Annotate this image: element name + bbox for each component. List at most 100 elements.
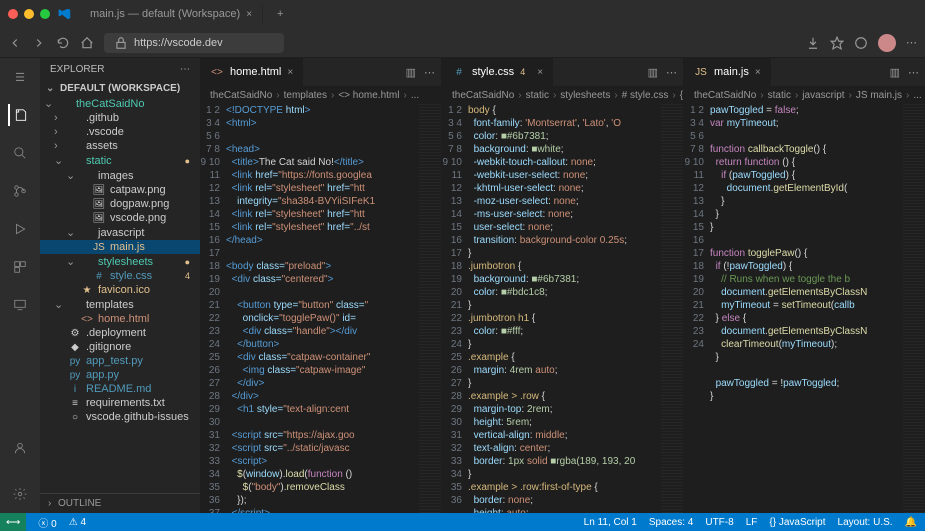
split-icon[interactable]: ▥ xyxy=(648,66,658,79)
file-tree: ⌄theCatSaidNo›.github›.vscode›assets⌄sta… xyxy=(40,96,200,493)
code-editor[interactable]: 1 2 3 4 5 6 7 8 9 10 11 12 13 14 15 16 1… xyxy=(442,104,683,513)
language-mode[interactable]: {} JavaScript xyxy=(769,517,825,528)
editor-pane: <> home.html × ▥ ⋯ theCatSaidNo › templat… xyxy=(200,58,442,513)
more-icon[interactable]: ⋯ xyxy=(908,66,919,79)
editor-tab[interactable]: JS main.js × xyxy=(684,58,772,86)
file-icon: JS xyxy=(694,67,708,78)
folder-item[interactable]: ⌄theCatSaidNo xyxy=(40,96,200,111)
folder-item[interactable]: ⌄static● xyxy=(40,153,200,168)
file-icon: <> xyxy=(210,67,224,78)
file-item[interactable]: pyapp.py xyxy=(40,368,200,382)
more-icon[interactable]: ⋯ xyxy=(906,36,917,49)
encoding[interactable]: UTF-8 xyxy=(705,517,733,528)
code-content[interactable]: body { font-family: 'Montserrat', 'Lato'… xyxy=(468,104,661,513)
refresh-icon[interactable] xyxy=(56,36,70,50)
minimize-window[interactable] xyxy=(24,9,34,19)
code-content[interactable]: pawToggled = false; var myTimeout; funct… xyxy=(710,104,903,513)
keyboard-layout[interactable]: Layout: U.S. xyxy=(838,517,893,528)
download-icon[interactable] xyxy=(806,36,820,50)
close-tab-icon[interactable]: × xyxy=(246,9,252,20)
indentation[interactable]: Spaces: 4 xyxy=(649,517,693,528)
split-icon[interactable]: ▥ xyxy=(406,66,416,79)
source-control-icon[interactable] xyxy=(9,180,31,202)
errors[interactable]: ⓧ 0 xyxy=(38,515,56,530)
editor-tab[interactable]: # style.css 4 × xyxy=(442,58,554,86)
close-window[interactable] xyxy=(8,9,18,19)
breadcrumb[interactable]: theCatSaidNo › static › javascript › JS … xyxy=(684,86,925,104)
tab-bar: # style.css 4 × ▥ ⋯ xyxy=(442,58,683,86)
file-item[interactable]: 🖼vscode.png xyxy=(40,211,200,225)
remote-explorer-icon[interactable] xyxy=(9,294,31,316)
folder-item[interactable]: ⌄images xyxy=(40,168,200,183)
more-icon[interactable]: ⋯ xyxy=(180,64,190,75)
outline-section[interactable]: ›OUTLINE xyxy=(40,493,200,513)
file-item[interactable]: pyapp_test.py xyxy=(40,354,200,368)
warnings[interactable]: ⚠ 4 xyxy=(69,517,86,528)
close-icon[interactable]: × xyxy=(537,67,543,78)
folder-item[interactable]: ›.vscode xyxy=(40,125,200,139)
favorite-icon[interactable] xyxy=(830,36,844,50)
file-item[interactable]: iREADME.md xyxy=(40,382,200,396)
titlebar: main.js — default (Workspace) × + xyxy=(0,0,925,28)
folder-item[interactable]: ⌄javascript xyxy=(40,225,200,240)
more-icon[interactable]: ⋯ xyxy=(424,66,435,79)
code-editor[interactable]: 1 2 3 4 5 6 7 8 9 10 11 12 13 14 15 16 1… xyxy=(684,104,925,513)
notifications-icon[interactable]: 🔔 xyxy=(905,517,917,528)
close-icon[interactable]: × xyxy=(755,67,761,78)
folder-item[interactable]: ›assets xyxy=(40,139,200,153)
folder-item[interactable]: ⌄stylesheets● xyxy=(40,254,200,269)
editor-tab[interactable]: <> home.html × xyxy=(200,58,304,86)
run-debug-icon[interactable] xyxy=(9,218,31,240)
account-icon[interactable] xyxy=(9,437,31,459)
file-icon: # xyxy=(452,67,466,78)
new-tab-button[interactable]: + xyxy=(271,8,289,20)
file-item[interactable]: ≡requirements.txt xyxy=(40,396,200,410)
tab-label: home.html xyxy=(230,66,281,78)
editor-pane: # style.css 4 × ▥ ⋯ theCatSaidNo › static… xyxy=(442,58,684,513)
line-numbers: 1 2 3 4 5 6 7 8 9 10 11 12 13 14 15 16 1… xyxy=(442,104,468,513)
explorer-icon[interactable] xyxy=(8,104,30,126)
tab-bar: <> home.html × ▥ ⋯ xyxy=(200,58,441,86)
file-item[interactable]: ⚙.deployment xyxy=(40,326,200,340)
window-tab[interactable]: main.js — default (Workspace) × xyxy=(80,3,263,25)
code-editor[interactable]: 1 2 3 4 5 6 7 8 9 10 11 12 13 14 15 16 1… xyxy=(200,104,441,513)
split-icon[interactable]: ▥ xyxy=(890,66,900,79)
address-bar[interactable]: https://vscode.dev xyxy=(104,33,284,53)
file-item[interactable]: <>home.html xyxy=(40,312,200,326)
vscode-icon xyxy=(58,7,72,21)
more-icon[interactable]: ⋯ xyxy=(666,66,677,79)
file-item[interactable]: ★favicon.ico xyxy=(40,283,200,297)
gear-icon[interactable] xyxy=(9,483,31,505)
menu-icon[interactable]: ☰ xyxy=(9,66,31,88)
file-item[interactable]: 🖼dogpaw.png xyxy=(40,197,200,211)
folder-item[interactable]: ›.github xyxy=(40,111,200,125)
file-item[interactable]: JSmain.js xyxy=(40,240,200,254)
eol[interactable]: LF xyxy=(746,517,758,528)
workspace-header[interactable]: ⌄DEFAULT (WORKSPACE) xyxy=(40,81,200,96)
folder-item[interactable]: ⌄templates xyxy=(40,297,200,312)
forward-icon[interactable] xyxy=(32,36,46,50)
close-icon[interactable]: × xyxy=(287,67,293,78)
back-icon[interactable] xyxy=(8,36,22,50)
code-content[interactable]: <!DOCTYPE html> <html> <head> <title>The… xyxy=(226,104,419,513)
extensions-browser-icon[interactable] xyxy=(854,36,868,50)
cursor-position[interactable]: Ln 11, Col 1 xyxy=(584,517,637,528)
minimap[interactable] xyxy=(419,104,441,513)
home-icon[interactable] xyxy=(80,36,94,50)
file-item[interactable]: ○vscode.github-issues xyxy=(40,410,200,424)
avatar[interactable] xyxy=(878,34,896,52)
line-numbers: 1 2 3 4 5 6 7 8 9 10 11 12 13 14 15 16 1… xyxy=(684,104,710,513)
maximize-window[interactable] xyxy=(40,9,50,19)
file-item[interactable]: #style.css4 xyxy=(40,269,200,283)
minimap[interactable] xyxy=(903,104,925,513)
breadcrumb[interactable]: theCatSaidNo › templates › <> home.html … xyxy=(200,86,441,104)
search-icon[interactable] xyxy=(9,142,31,164)
editor-area: <> home.html × ▥ ⋯ theCatSaidNo › templat… xyxy=(200,58,925,513)
file-item[interactable]: ◆.gitignore xyxy=(40,340,200,354)
extensions-icon[interactable] xyxy=(9,256,31,278)
editor-pane: JS main.js × ▥ ⋯ theCatSaidNo › static › … xyxy=(684,58,925,513)
remote-indicator[interactable]: ⟷ xyxy=(0,513,26,531)
breadcrumb[interactable]: theCatSaidNo › static › stylesheets › # … xyxy=(442,86,683,104)
file-item[interactable]: 🖼catpaw.png xyxy=(40,183,200,197)
minimap[interactable] xyxy=(661,104,683,513)
